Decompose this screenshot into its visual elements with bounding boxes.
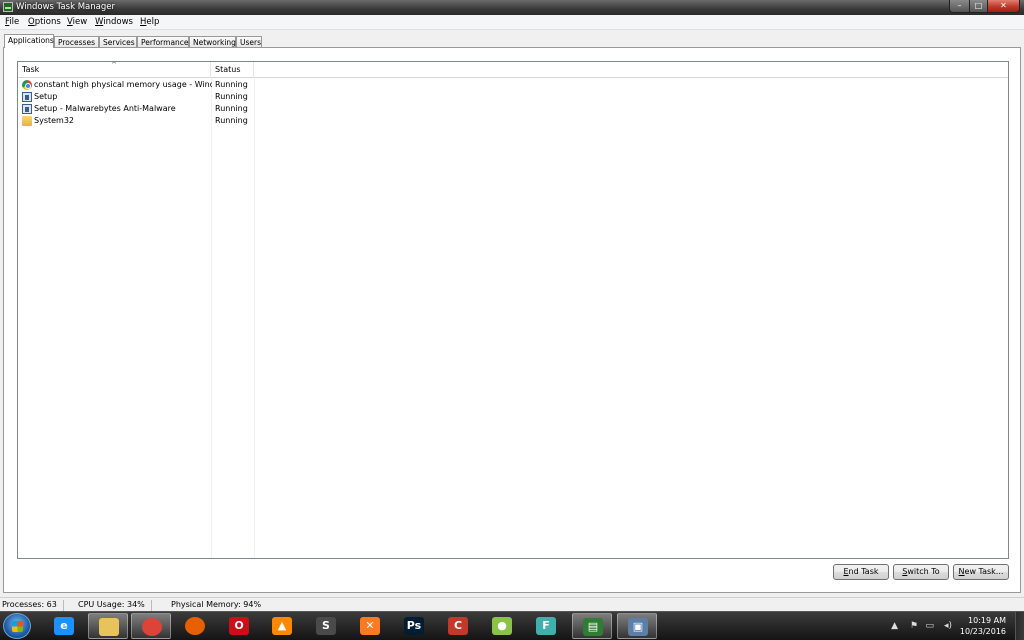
ccleaner-icon: C	[448, 617, 468, 635]
task-name: Setup - Malwarebytes Anti-Malware	[34, 104, 176, 113]
status-bar: Processes: 63 CPU Usage: 34% Physical Me…	[0, 597, 1024, 611]
processes-count: Processes: 63	[2, 600, 64, 611]
photoshop-icon: Ps	[404, 617, 424, 635]
taskbar-button[interactable]: ▤	[572, 613, 612, 639]
taskbar-button[interactable]: O	[219, 613, 259, 639]
clock-time[interactable]: 10:19 AM	[968, 616, 1006, 625]
task-status: Running	[215, 116, 248, 125]
taskbar-button[interactable]	[131, 613, 171, 639]
taskbar-button[interactable]: S	[306, 613, 346, 639]
table-row[interactable]: Setup - Malwarebytes Anti-Malware Runnin…	[18, 103, 1008, 115]
taskbar-button[interactable]: e	[44, 613, 84, 639]
file-explorer-icon	[99, 618, 119, 636]
taskbar-button[interactable]	[175, 613, 215, 639]
column-task-label: Task	[22, 65, 40, 74]
column-status-label: Status	[215, 65, 241, 74]
taskbar-button[interactable]: ▲	[262, 613, 302, 639]
menu-bar: File Options View Windows Help	[0, 15, 1024, 30]
taskbar: e O ▲ S ✕ Ps C ● F ▤ ▣ ▲ ⚑ ▭ ◂) 10:19 AM 10/23/201…	[0, 611, 1024, 640]
network-icon: ▣	[628, 618, 648, 636]
task-name: constant high physical memory usage - Wi…	[34, 80, 212, 89]
table-row[interactable]: Setup Running	[18, 91, 1008, 103]
close-button[interactable]: ✕	[987, 0, 1020, 13]
taskbar-button[interactable]: C	[438, 613, 478, 639]
end-task-button[interactable]: End Task	[833, 564, 889, 580]
show-hidden-icons-icon[interactable]: ▲	[891, 621, 898, 631]
physical-memory: Physical Memory: 94%	[171, 600, 262, 609]
network-tray-icon[interactable]: ▭	[925, 621, 934, 631]
xampp-icon: ✕	[360, 617, 380, 635]
internet-explorer-icon: e	[54, 617, 74, 635]
taskbar-button[interactable]	[88, 613, 128, 639]
task-rows: constant high physical memory usage - Wi…	[18, 79, 1008, 127]
table-row[interactable]: System32 Running	[18, 115, 1008, 127]
taskbar-button[interactable]: Ps	[394, 613, 434, 639]
column-header-status[interactable]: Status	[211, 62, 254, 78]
taskbar-button[interactable]: ✕	[350, 613, 390, 639]
task-status: Running	[215, 104, 248, 113]
sort-ascending-icon: ^	[111, 61, 117, 69]
task-status: Running	[215, 80, 248, 89]
title-bar: Windows Task Manager – □ ✕	[0, 0, 1024, 15]
tab-applications[interactable]: Applications	[4, 34, 54, 48]
chrome-icon	[142, 618, 162, 636]
list-header: ^ Task Status	[18, 61, 1008, 78]
firefox-icon	[185, 617, 205, 635]
menu-help[interactable]: Help	[140, 17, 159, 27]
taskbar-button[interactable]: ▣	[617, 613, 657, 639]
vlc-icon: ▲	[272, 617, 292, 635]
menu-windows[interactable]: Windows	[95, 17, 133, 27]
cpu-usage: CPU Usage: 34%	[78, 600, 152, 611]
task-name: System32	[34, 116, 75, 125]
window-title: Windows Task Manager	[16, 2, 115, 12]
show-desktop-button[interactable]	[1015, 612, 1024, 640]
task-status: Running	[215, 92, 248, 101]
menu-view[interactable]: View	[67, 17, 87, 27]
task-manager-icon: ▤	[583, 618, 603, 636]
new-task-button[interactable]: New Task...	[953, 564, 1009, 580]
column-divider	[211, 78, 212, 558]
switch-to-button[interactable]: Switch To	[893, 564, 949, 580]
task-name: Setup	[34, 92, 58, 101]
table-row[interactable]: constant high physical memory usage - Wi…	[18, 79, 1008, 91]
menu-options[interactable]: Options	[28, 17, 61, 27]
app-green-icon: ●	[492, 617, 512, 635]
system-tray: ▲ ⚑ ▭ ◂) 10:19 AM 10/23/2016	[878, 612, 1018, 640]
column-header-task[interactable]: ^ Task	[18, 61, 211, 78]
applications-panel: ^ Task Status constant high physical mem…	[3, 47, 1021, 593]
opera-icon: O	[229, 617, 249, 635]
sublime-text-icon: S	[316, 617, 336, 635]
minimize-button[interactable]: –	[949, 0, 970, 13]
clock-date[interactable]: 10/23/2016	[960, 627, 1006, 636]
app-f-icon: F	[536, 617, 556, 635]
taskbar-button[interactable]: F	[526, 613, 566, 639]
menu-file[interactable]: File	[5, 17, 19, 27]
taskbar-button[interactable]: ●	[482, 613, 522, 639]
maximize-button[interactable]: □	[969, 0, 988, 13]
column-divider	[254, 78, 255, 558]
task-manager-icon	[3, 2, 13, 12]
task-list[interactable]: ^ Task Status constant high physical mem…	[17, 61, 1009, 559]
action-center-flag-icon[interactable]: ⚑	[910, 621, 918, 631]
volume-icon[interactable]: ◂)	[944, 621, 952, 631]
start-button[interactable]	[3, 613, 31, 639]
